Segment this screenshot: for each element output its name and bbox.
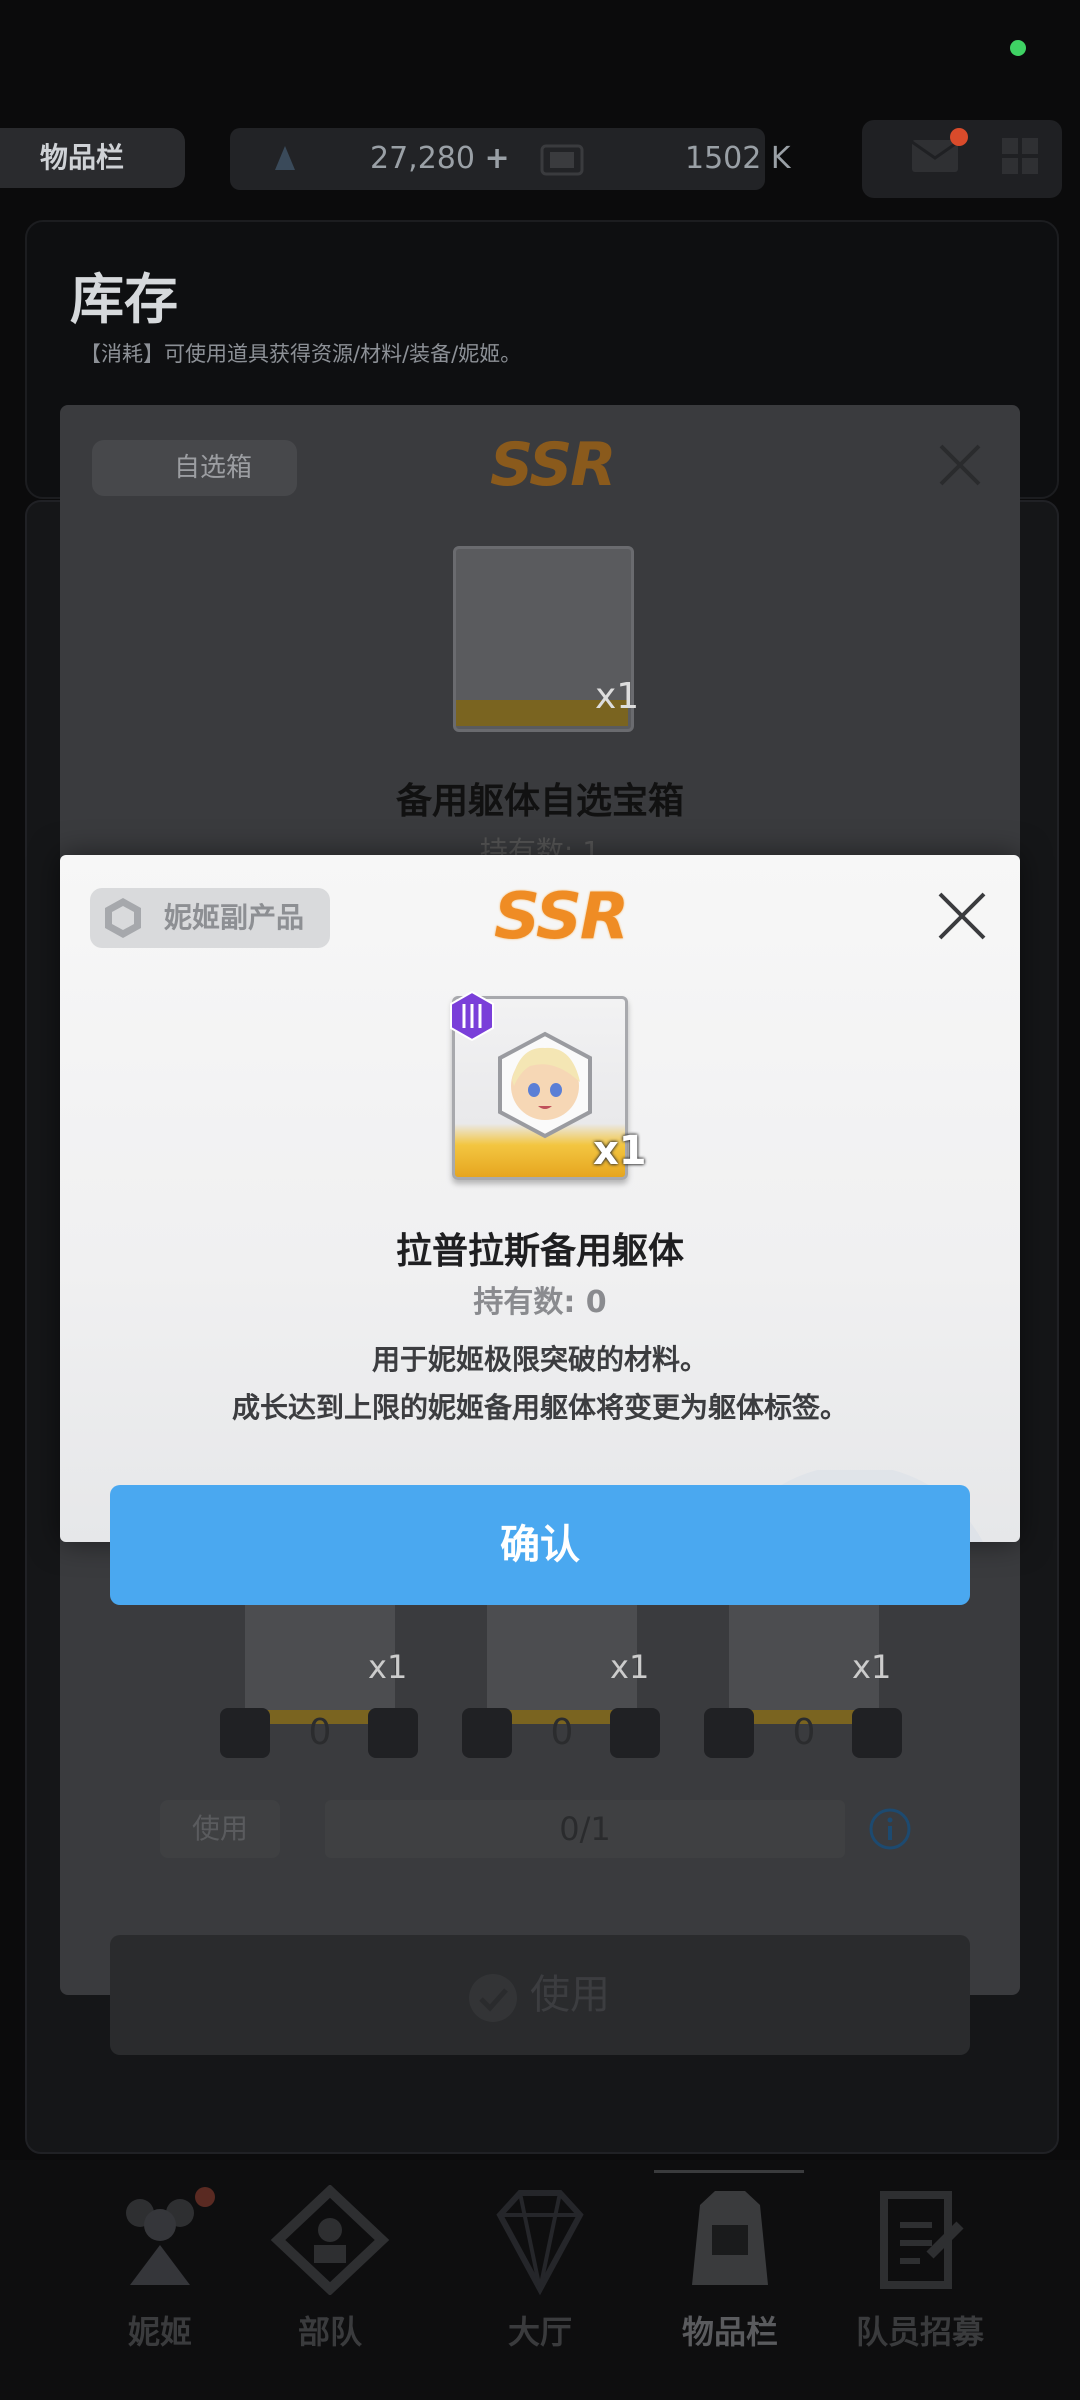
credit-value: 1502 K [685, 141, 791, 176]
character-portrait [498, 1031, 592, 1139]
status-indicator [1010, 40, 1026, 56]
pick-count: 0 [308, 1712, 332, 1753]
pick-card-qty: x1 [368, 1648, 408, 1686]
item-description-line: 成长达到上限的妮姬备用躯体将变更为躯体标签。 [231, 1391, 848, 1424]
squad-icon [270, 2184, 390, 2296]
item-quantity: x1 [595, 676, 640, 717]
selection-box-name: 备用躯体自选宝箱 [395, 781, 684, 822]
use-button[interactable]: 使用 [110, 1935, 970, 2055]
lobby-icon [496, 2190, 584, 2296]
nav-item-squad[interactable]: 部队 [240, 2184, 420, 2351]
item-quantity: x1 [593, 1128, 647, 1174]
item-description-line: 用于妮姬极限突破的材料。 [371, 1343, 708, 1376]
confirm-button[interactable]: 确认 [110, 1485, 970, 1605]
currency-icon [275, 146, 295, 170]
close-icon[interactable] [935, 440, 985, 490]
nikke-icon [126, 2199, 194, 2285]
nav-item-nikke[interactable]: 妮姬 [70, 2185, 250, 2351]
item-held-count: 持有数: 0 [473, 1285, 607, 1320]
character-class-badge [450, 990, 494, 1042]
inventory-subtitle: 【消耗】可使用道具获得资源/材料/装备/妮姬。 [80, 342, 522, 366]
selection-box-tag: 自选箱 [92, 440, 297, 496]
check-icon [469, 1974, 517, 2022]
nav-label: 妮姬 [127, 2313, 192, 2351]
currency-add-button[interactable]: + [485, 141, 510, 176]
mail-notification-badge [950, 128, 968, 146]
selection-count: 0/1 [325, 1800, 845, 1858]
pick-count: 0 [550, 1712, 574, 1753]
recruit-icon [880, 2191, 964, 2289]
decrement-button[interactable] [220, 1708, 270, 1758]
pick-card-qty: x1 [610, 1648, 650, 1686]
close-icon[interactable] [934, 888, 990, 944]
inventory-icon [692, 2191, 768, 2285]
item-detail-dialog [60, 855, 1020, 1542]
inventory-title: 库存 [70, 268, 178, 331]
rarity-label: SSR [490, 430, 616, 500]
grid-menu-icon[interactable] [1000, 136, 1040, 176]
credit-icon [540, 144, 584, 176]
decrement-button[interactable] [704, 1708, 754, 1758]
increment-button[interactable] [368, 1708, 418, 1758]
nav-label: 队员招募 [855, 2313, 984, 2351]
menu-title[interactable]: 物品栏 [0, 128, 185, 188]
increment-button[interactable] [852, 1708, 902, 1758]
nav-item-recruit[interactable]: 队员招募 [830, 2185, 1010, 2351]
decrement-button[interactable] [462, 1708, 512, 1758]
use-small-button[interactable]: 使用 [160, 1800, 280, 1858]
item-name: 拉普拉斯备用躯体 [395, 1231, 684, 1272]
hexagon-icon [105, 898, 141, 938]
nav-item-inventory[interactable]: 物品栏 [640, 2185, 820, 2351]
nav-label: 物品栏 [681, 2313, 778, 2351]
nav-item-lobby[interactable]: 大厅 [450, 2185, 630, 2351]
rarity-label: SSR [494, 880, 629, 954]
info-icon[interactable] [868, 1807, 912, 1851]
currency-value: 27,280 + [370, 128, 510, 190]
increment-button[interactable] [610, 1708, 660, 1758]
nav-label: 大厅 [507, 2313, 572, 2351]
currency-amount: 27,280 [370, 141, 475, 176]
pick-card-qty: x1 [852, 1648, 892, 1686]
nav-label: 部队 [297, 2313, 362, 2351]
nav-active-indicator [654, 2170, 804, 2173]
pick-count: 0 [792, 1712, 816, 1753]
